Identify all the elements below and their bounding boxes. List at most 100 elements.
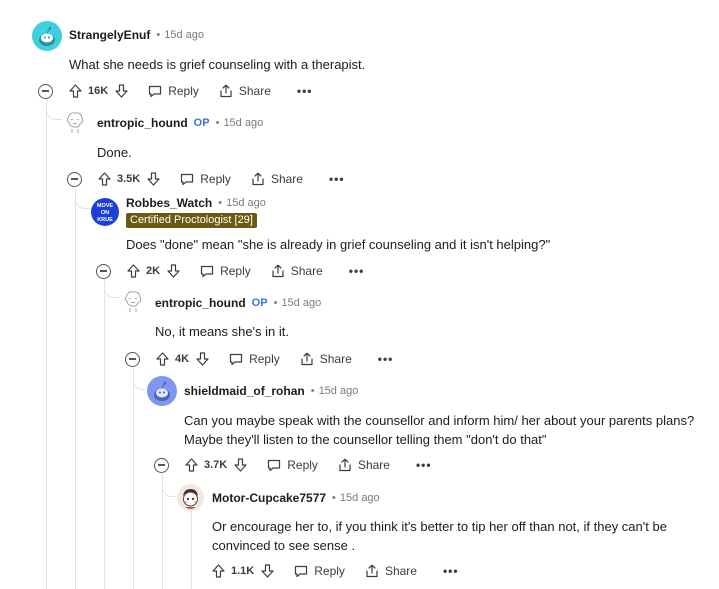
vote-control: 16K [69, 84, 128, 98]
upvote-icon[interactable] [127, 264, 140, 278]
comment-body: Does "done" mean "she is already in grie… [126, 235, 550, 254]
share-button[interactable]: Share [365, 564, 417, 578]
reply-icon [181, 173, 194, 185]
more-options-button[interactable]: ••• [329, 172, 345, 186]
share-button[interactable]: Share [300, 352, 352, 366]
reply-button[interactable]: Reply [229, 352, 280, 366]
collapse-button[interactable] [96, 263, 111, 279]
timestamp[interactable]: 15d ago [281, 297, 321, 309]
upvote-icon[interactable] [156, 352, 169, 366]
username[interactable]: Robbes_Watch [126, 196, 212, 210]
downvote-icon[interactable] [261, 564, 274, 578]
comment-body: No, it means she's in it. [155, 322, 289, 341]
separator-dot: • [156, 29, 161, 41]
share-button[interactable]: Share [338, 458, 390, 472]
more-options-button[interactable]: ••• [378, 352, 394, 366]
comment-text-line: Maybe they'll listen to the counsellor t… [184, 432, 547, 447]
timestamp[interactable]: 15d ago [340, 492, 380, 504]
vote-count: 3.7K [204, 459, 228, 471]
thread-line-level-1[interactable] [75, 188, 76, 589]
reply-label: Reply [200, 172, 231, 186]
username[interactable]: StrangelyEnuf [69, 28, 150, 42]
share-label: Share [270, 172, 303, 186]
collapse-button[interactable] [38, 83, 53, 99]
thread-line-level-3[interactable] [133, 367, 134, 589]
upvote-icon[interactable] [185, 458, 198, 472]
thread-line-level-0[interactable] [46, 100, 47, 589]
comment-text-line: No, it means she's in it. [155, 324, 289, 339]
avatar-text-line: ON [101, 210, 109, 216]
reply-button[interactable]: Reply [200, 264, 251, 278]
reply-icon [229, 353, 243, 365]
snoo-avatar-icon [39, 26, 55, 46]
share-label: Share [357, 458, 390, 472]
avatar[interactable] [120, 287, 146, 313]
comment-text-line: Done. [97, 145, 132, 160]
comment-text-line: Does "done" mean "she is already in grie… [126, 237, 551, 252]
more-options-button[interactable]: ••• [349, 264, 365, 278]
move-on-krue-avatar-icon: MOVE ON KRUE [97, 203, 114, 223]
upvote-icon[interactable] [212, 564, 225, 578]
separator-dot: • [215, 117, 220, 129]
vote-control: 3.5K [98, 172, 160, 186]
more-options-button[interactable]: ••• [416, 458, 432, 472]
comment-header: Motor-Cupcake7577 • 15d ago [212, 488, 380, 508]
comment-header: entropic_hound OP • 15d ago [97, 113, 263, 133]
timestamp[interactable]: 15d ago [223, 117, 263, 129]
reply-label: Reply [168, 84, 199, 98]
share-button[interactable]: Share [251, 172, 303, 186]
op-badge: OP [251, 297, 268, 309]
avatar[interactable] [177, 484, 204, 511]
thread-curve-5 [162, 475, 176, 497]
more-options-button[interactable]: ••• [443, 564, 459, 578]
reply-button[interactable]: Reply [180, 172, 231, 186]
action-bar: 2K Reply Share ••• [96, 260, 364, 282]
op-badge: OP [193, 117, 210, 129]
vote-count: 1.1K [231, 565, 255, 577]
avatar[interactable] [32, 21, 62, 51]
avatar-text-line: KRUE [97, 217, 113, 223]
collapse-button[interactable] [67, 171, 82, 187]
vote-control: 4K [156, 352, 209, 366]
upvote-icon[interactable] [69, 84, 82, 98]
reply-label: Reply [287, 458, 318, 472]
separator-dot: • [310, 385, 315, 397]
timestamp[interactable]: 15d ago [164, 29, 204, 41]
vote-count: 2K [146, 265, 161, 277]
share-label: Share [290, 264, 323, 278]
reply-label: Reply [314, 564, 345, 578]
comment-header: Robbes_Watch • 15d ago [126, 193, 266, 213]
vote-count: 16K [88, 85, 109, 97]
downvote-icon[interactable] [167, 264, 180, 278]
comment-text-line: What she needs is grief counseling with … [69, 57, 366, 72]
downvote-icon[interactable] [147, 172, 160, 186]
avatar[interactable]: MOVE ON KRUE [91, 198, 119, 226]
more-options-button[interactable]: ••• [297, 84, 313, 98]
action-bar: 3.5K Reply Share ••• [67, 168, 345, 190]
downvote-icon[interactable] [234, 458, 247, 472]
separator-dot: • [218, 197, 223, 209]
avatar[interactable] [147, 376, 177, 406]
reply-label: Reply [249, 352, 280, 366]
username[interactable]: entropic_hound [97, 116, 188, 130]
reply-button[interactable]: Reply [294, 564, 345, 578]
collapse-button[interactable] [125, 351, 140, 367]
downvote-icon[interactable] [115, 84, 128, 98]
share-button[interactable]: Share [219, 84, 271, 98]
username[interactable]: shieldmaid_of_rohan [184, 384, 305, 398]
avatar[interactable] [62, 108, 88, 134]
upvote-icon[interactable] [98, 172, 111, 186]
username[interactable]: entropic_hound [155, 296, 246, 310]
timestamp[interactable]: 15d ago [319, 385, 359, 397]
thread-line-level-2[interactable] [104, 279, 105, 589]
username[interactable]: Motor-Cupcake7577 [212, 491, 326, 505]
timestamp[interactable]: 15d ago [226, 197, 266, 209]
collapse-button[interactable] [154, 457, 169, 473]
share-button[interactable]: Share [271, 264, 323, 278]
vote-control: 1.1K [212, 564, 274, 578]
downvote-icon[interactable] [196, 352, 209, 366]
reply-button[interactable]: Reply [267, 458, 318, 472]
action-bar: 1.1K Reply Share ••• [212, 560, 459, 582]
reply-button[interactable]: Reply [148, 84, 199, 98]
cupcake-snoo-avatar-icon [183, 489, 198, 509]
